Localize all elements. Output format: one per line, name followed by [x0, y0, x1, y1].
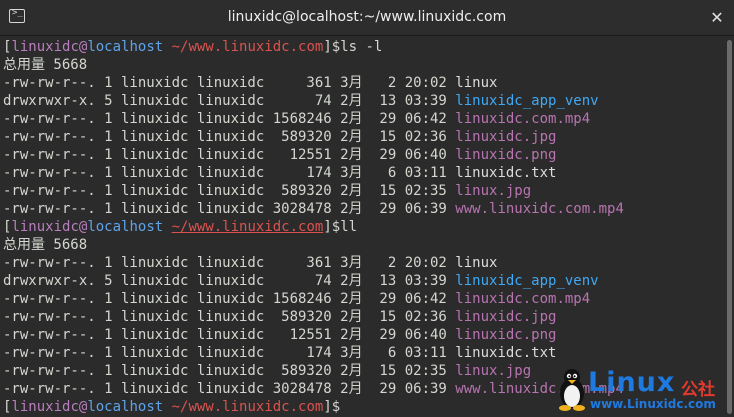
- total-line: 总用量 5668: [3, 237, 88, 253]
- list-item: -rw-rw-r--. 1 linuxidc linuxidc 589320 2…: [3, 308, 556, 326]
- file-name: linuxidc.jpg: [455, 129, 557, 145]
- list-item: -rw-rw-r--. 1 linuxidc linuxidc 12551 2月…: [3, 326, 556, 344]
- title-bar: >_ linuxidc@localhost:~/www.linuxidc.com…: [0, 0, 734, 36]
- prompt-user: linuxidc: [11, 219, 79, 235]
- tux-penguin-icon: [559, 369, 585, 411]
- prompt-command: ls -l: [340, 39, 383, 55]
- file-name: linuxidc_app_venv: [455, 93, 599, 109]
- prompt-dir: ~/www.linuxidc.com: [171, 219, 324, 235]
- list-item: -rw-rw-r--. 1 linuxidc linuxidc 12551 2月…: [3, 146, 556, 164]
- file-name: linuxidc.txt: [455, 345, 557, 361]
- file-meta: -rw-rw-r--. 1 linuxidc linuxidc 361 3月 2…: [3, 75, 456, 91]
- file-meta: -rw-rw-r--. 1 linuxidc linuxidc 1568246 …: [3, 291, 456, 307]
- terminal-area[interactable]: [linuxidc@localhost ~/www.linuxidc.com]$…: [0, 37, 734, 417]
- file-meta: -rw-rw-r--. 1 linuxidc linuxidc 174 3月 6…: [3, 345, 456, 361]
- file-meta: -rw-rw-r--. 1 linuxidc linuxidc 589320 2…: [3, 183, 456, 199]
- prompt-user: linuxidc: [11, 399, 79, 415]
- prompt-line: [linuxidc@localhost ~/www.linuxidc.com]$…: [3, 219, 358, 235]
- list-item: -rw-rw-r--. 1 linuxidc linuxidc 3028478 …: [3, 200, 624, 218]
- prompt-user: linuxidc: [11, 39, 79, 55]
- list-item: -rw-rw-r--. 1 linuxidc linuxidc 589320 2…: [3, 182, 531, 200]
- prompt-host: localhost: [87, 39, 164, 55]
- prompt-line: [linuxidc@localhost ~/www.linuxidc.com]$: [3, 399, 341, 415]
- list-item: -rw-rw-r--. 1 linuxidc linuxidc 361 3月 2…: [3, 254, 497, 272]
- close-icon[interactable]: ✕: [708, 9, 726, 27]
- prompt-host: localhost: [87, 399, 164, 415]
- file-name: linuxidc.txt: [455, 165, 557, 181]
- watermark-url: www.Linuxidc.com: [590, 397, 716, 411]
- file-meta: -rw-rw-r--. 1 linuxidc linuxidc 589320 2…: [3, 129, 456, 145]
- file-meta: -rw-rw-r--. 1 linuxidc linuxidc 12551 2月…: [3, 147, 456, 163]
- prompt-host: localhost: [87, 219, 164, 235]
- file-name: linux.jpg: [455, 183, 532, 199]
- file-meta: -rw-rw-r--. 1 linuxidc linuxidc 3028478 …: [3, 381, 456, 397]
- file-meta: -rw-rw-r--. 1 linuxidc linuxidc 174 3月 6…: [3, 165, 456, 181]
- file-name: linuxidc.com.mp4: [455, 291, 591, 307]
- file-name: linuxidc_app_venv: [455, 273, 599, 289]
- file-meta: -rw-rw-r--. 1 linuxidc linuxidc 589320 2…: [3, 309, 456, 325]
- file-meta: -rw-rw-r--. 1 linuxidc linuxidc 1568246 …: [3, 111, 456, 127]
- list-item: -rw-rw-r--. 1 linuxidc linuxidc 1568246 …: [3, 290, 590, 308]
- file-name: linux: [455, 75, 498, 91]
- scrollbar-thumb[interactable]: [727, 40, 732, 414]
- list-item: -rw-rw-r--. 1 linuxidc linuxidc 361 3月 2…: [3, 74, 497, 92]
- file-meta: -rw-rw-r--. 1 linuxidc linuxidc 3028478 …: [3, 201, 456, 217]
- list-item: -rw-rw-r--. 1 linuxidc linuxidc 174 3月 6…: [3, 164, 556, 182]
- prompt-command: ll: [340, 219, 358, 235]
- file-name: www.linuxidc.com.mp4: [455, 201, 624, 217]
- file-name: linuxidc.png: [455, 327, 557, 343]
- scrollbar[interactable]: [726, 40, 733, 414]
- list-item: -rw-rw-r--. 1 linuxidc linuxidc 3028478 …: [3, 380, 624, 398]
- file-name: linux: [455, 255, 498, 271]
- prompt-dir: ~/www.linuxidc.com: [171, 399, 324, 415]
- file-meta: drwxrwxr-x. 5 linuxidc linuxidc 74 2月 13…: [3, 93, 456, 109]
- window-title: linuxidc@localhost:~/www.linuxidc.com: [227, 9, 507, 25]
- list-item: -rw-rw-r--. 1 linuxidc linuxidc 174 3月 6…: [3, 344, 556, 362]
- list-item: drwxrwxr-x. 5 linuxidc linuxidc 74 2月 13…: [3, 92, 599, 110]
- prompt-dir: ~/www.linuxidc.com: [171, 39, 324, 55]
- prompt-line: [linuxidc@localhost ~/www.linuxidc.com]$…: [3, 39, 383, 55]
- watermark-logo: Linux 公社 www.Linuxidc.com: [556, 367, 726, 415]
- file-name: linuxidc.com.mp4: [455, 111, 591, 127]
- list-item: -rw-rw-r--. 1 linuxidc linuxidc 589320 2…: [3, 128, 556, 146]
- file-meta: -rw-rw-r--. 1 linuxidc linuxidc 12551 2月…: [3, 327, 456, 343]
- list-item: drwxrwxr-x. 5 linuxidc linuxidc 74 2月 13…: [3, 272, 599, 290]
- file-meta: drwxrwxr-x. 5 linuxidc linuxidc 74 2月 13…: [3, 273, 456, 289]
- file-name: linuxidc.png: [455, 147, 557, 163]
- list-item: -rw-rw-r--. 1 linuxidc linuxidc 1568246 …: [3, 110, 590, 128]
- total-line: 总用量 5668: [3, 57, 88, 73]
- watermark-brand: Linux: [588, 367, 676, 398]
- file-name: linuxidc.jpg: [455, 309, 557, 325]
- file-meta: -rw-rw-r--. 1 linuxidc linuxidc 589320 2…: [3, 363, 456, 379]
- file-meta: -rw-rw-r--. 1 linuxidc linuxidc 361 3月 2…: [3, 255, 456, 271]
- list-item: -rw-rw-r--. 1 linuxidc linuxidc 589320 2…: [3, 362, 531, 380]
- file-name: linux.jpg: [455, 363, 532, 379]
